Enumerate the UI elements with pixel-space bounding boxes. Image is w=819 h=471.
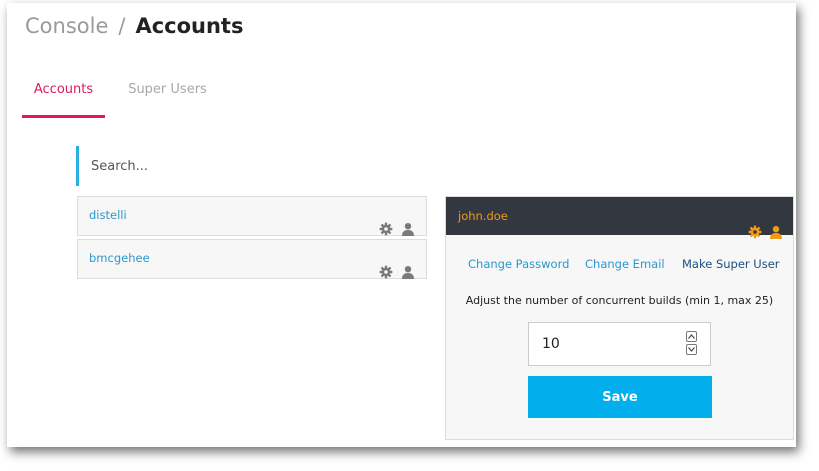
change-password-link[interactable]: Change Password (468, 257, 569, 271)
gear-icon[interactable] (748, 224, 762, 239)
list-item[interactable]: bmcgehee (77, 239, 427, 279)
concurrent-builds-label: Adjust the number of concurrent builds (… (465, 294, 774, 307)
decrement-button[interactable] (686, 344, 697, 355)
account-name[interactable]: distelli (89, 208, 127, 222)
search-box (76, 146, 426, 186)
tab-super-users[interactable]: Super Users (120, 69, 215, 115)
gear-icon[interactable] (379, 264, 393, 279)
breadcrumb-separator: / (118, 14, 126, 38)
user-icon[interactable] (401, 264, 415, 279)
breadcrumb-console[interactable]: Console (25, 14, 108, 38)
chevron-up-icon (688, 334, 695, 339)
change-email-link[interactable]: Change Email (585, 257, 665, 271)
tab-accounts[interactable]: Accounts (22, 69, 105, 118)
row-icons (379, 264, 415, 279)
stepper-buttons (686, 331, 698, 357)
concurrent-builds-stepper[interactable]: 10 (528, 322, 711, 366)
increment-button[interactable] (686, 331, 697, 342)
detail-header: john.doe (446, 197, 793, 239)
detail-username: john.doe (458, 209, 508, 223)
account-list: distelli bmcgehee (77, 196, 427, 282)
search-input[interactable] (79, 146, 426, 186)
tab-bar: Accounts Super Users (22, 69, 272, 118)
stepper-value[interactable]: 10 (542, 336, 560, 352)
row-icons (379, 221, 415, 236)
header-icons (748, 224, 783, 239)
make-super-user-link[interactable]: Make Super User (682, 257, 780, 271)
page-title: Accounts (135, 14, 244, 38)
user-icon[interactable] (401, 221, 415, 236)
gear-icon[interactable] (379, 221, 393, 236)
app-window: Console / Accounts Accounts Super Users di… (7, 3, 796, 447)
user-icon[interactable] (769, 224, 783, 239)
account-name[interactable]: bmcgehee (89, 251, 150, 265)
account-detail-panel: john.doe Change Password Change Email Ma… (445, 196, 794, 440)
save-button[interactable]: Save (528, 376, 712, 418)
chevron-down-icon (688, 347, 695, 352)
list-item[interactable]: distelli (77, 196, 427, 236)
breadcrumb: Console / Accounts (25, 11, 243, 41)
